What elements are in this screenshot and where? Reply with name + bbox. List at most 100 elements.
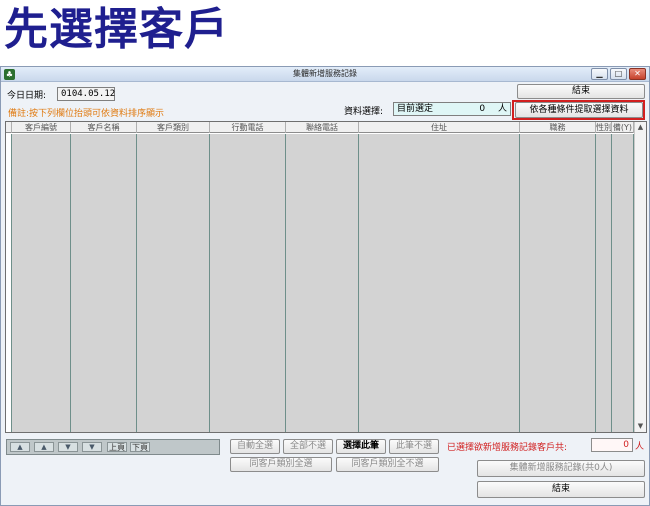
table-cell[interactable]: [286, 194, 359, 206]
table-cell[interactable]: [71, 398, 137, 410]
table-cell[interactable]: [12, 230, 71, 242]
table-cell[interactable]: [71, 194, 137, 206]
table-cell[interactable]: [596, 278, 612, 290]
table-cell[interactable]: [612, 314, 634, 326]
table-cell[interactable]: [359, 218, 520, 230]
table-cell[interactable]: [71, 422, 137, 432]
table-cell[interactable]: [12, 302, 71, 314]
table-row[interactable]: [6, 386, 634, 398]
table-cell[interactable]: [359, 146, 520, 158]
table-cell[interactable]: [210, 326, 286, 338]
table-cell[interactable]: [210, 218, 286, 230]
table-cell[interactable]: [71, 350, 137, 362]
table-cell[interactable]: [520, 350, 596, 362]
table-cell[interactable]: [210, 134, 286, 146]
table-cell[interactable]: [612, 206, 634, 218]
table-cell[interactable]: [210, 398, 286, 410]
table-cell[interactable]: [359, 314, 520, 326]
table-cell[interactable]: [359, 338, 520, 350]
table-cell[interactable]: [71, 266, 137, 278]
table-cell[interactable]: [71, 134, 137, 146]
table-cell[interactable]: [137, 350, 210, 362]
table-cell[interactable]: [520, 374, 596, 386]
table-cell[interactable]: [359, 134, 520, 146]
table-cell[interactable]: [520, 230, 596, 242]
table-cell[interactable]: [286, 182, 359, 194]
next-page-button[interactable]: 下頁: [130, 442, 150, 452]
table-cell[interactable]: [210, 230, 286, 242]
table-cell[interactable]: [286, 134, 359, 146]
table-cell[interactable]: [596, 206, 612, 218]
table-cell[interactable]: [359, 170, 520, 182]
maximize-button[interactable]: □: [610, 68, 627, 80]
table-cell[interactable]: [520, 134, 596, 146]
batch-add-service-record-button[interactable]: 集體新增服務記錄(共0人): [477, 460, 645, 477]
table-cell[interactable]: [71, 206, 137, 218]
table-row[interactable]: [6, 242, 634, 254]
table-cell[interactable]: [612, 170, 634, 182]
table-cell[interactable]: [210, 266, 286, 278]
table-row[interactable]: [6, 374, 634, 386]
table-cell[interactable]: [520, 338, 596, 350]
table-cell[interactable]: [359, 290, 520, 302]
table-cell[interactable]: [137, 314, 210, 326]
table-cell[interactable]: [286, 266, 359, 278]
table-cell[interactable]: [596, 242, 612, 254]
table-cell[interactable]: [12, 314, 71, 326]
table-row[interactable]: [6, 398, 634, 410]
table-cell[interactable]: [210, 338, 286, 350]
table-cell[interactable]: [612, 410, 634, 422]
table-cell[interactable]: [12, 158, 71, 170]
table-cell[interactable]: [12, 242, 71, 254]
table-cell[interactable]: [12, 146, 71, 158]
table-cell[interactable]: [596, 302, 612, 314]
table-cell[interactable]: [137, 266, 210, 278]
table-cell[interactable]: [71, 326, 137, 338]
table-cell[interactable]: [210, 254, 286, 266]
column-header[interactable]: 聯絡電話: [286, 122, 359, 133]
table-cell[interactable]: [612, 254, 634, 266]
table-cell[interactable]: [520, 302, 596, 314]
table-row[interactable]: [6, 158, 634, 170]
table-cell[interactable]: [612, 218, 634, 230]
table-cell[interactable]: [286, 374, 359, 386]
table-cell[interactable]: [71, 362, 137, 374]
table-cell[interactable]: [596, 218, 612, 230]
table-cell[interactable]: [71, 314, 137, 326]
same-type-deselect-all-button[interactable]: 同客戶類別全不選: [336, 457, 439, 472]
table-cell[interactable]: [12, 206, 71, 218]
select-this-button[interactable]: 選擇此筆: [336, 439, 386, 454]
table-cell[interactable]: [210, 350, 286, 362]
table-row[interactable]: [6, 314, 634, 326]
table-cell[interactable]: [210, 410, 286, 422]
table-cell[interactable]: [71, 338, 137, 350]
table-cell[interactable]: [286, 230, 359, 242]
table-cell[interactable]: [286, 326, 359, 338]
table-cell[interactable]: [12, 170, 71, 182]
minimize-button[interactable]: ▁: [591, 68, 608, 80]
table-cell[interactable]: [210, 182, 286, 194]
table-cell[interactable]: [520, 146, 596, 158]
table-cell[interactable]: [137, 338, 210, 350]
table-cell[interactable]: [596, 350, 612, 362]
column-header[interactable]: 客戶名稱: [71, 122, 137, 133]
table-cell[interactable]: [71, 158, 137, 170]
close-button-top[interactable]: 結束: [517, 84, 645, 99]
table-row[interactable]: [6, 146, 634, 158]
column-header[interactable]: 客戶類別: [137, 122, 210, 133]
table-cell[interactable]: [612, 374, 634, 386]
table-cell[interactable]: [137, 146, 210, 158]
table-cell[interactable]: [520, 362, 596, 374]
table-cell[interactable]: [520, 170, 596, 182]
table-cell[interactable]: [286, 386, 359, 398]
table-cell[interactable]: [71, 254, 137, 266]
table-cell[interactable]: [137, 422, 210, 432]
table-cell[interactable]: [71, 302, 137, 314]
close-window-button[interactable]: ✕: [629, 68, 646, 80]
table-cell[interactable]: [12, 182, 71, 194]
table-cell[interactable]: [286, 314, 359, 326]
table-cell[interactable]: [520, 218, 596, 230]
table-cell[interactable]: [12, 290, 71, 302]
table-cell[interactable]: [359, 194, 520, 206]
table-cell[interactable]: [210, 314, 286, 326]
